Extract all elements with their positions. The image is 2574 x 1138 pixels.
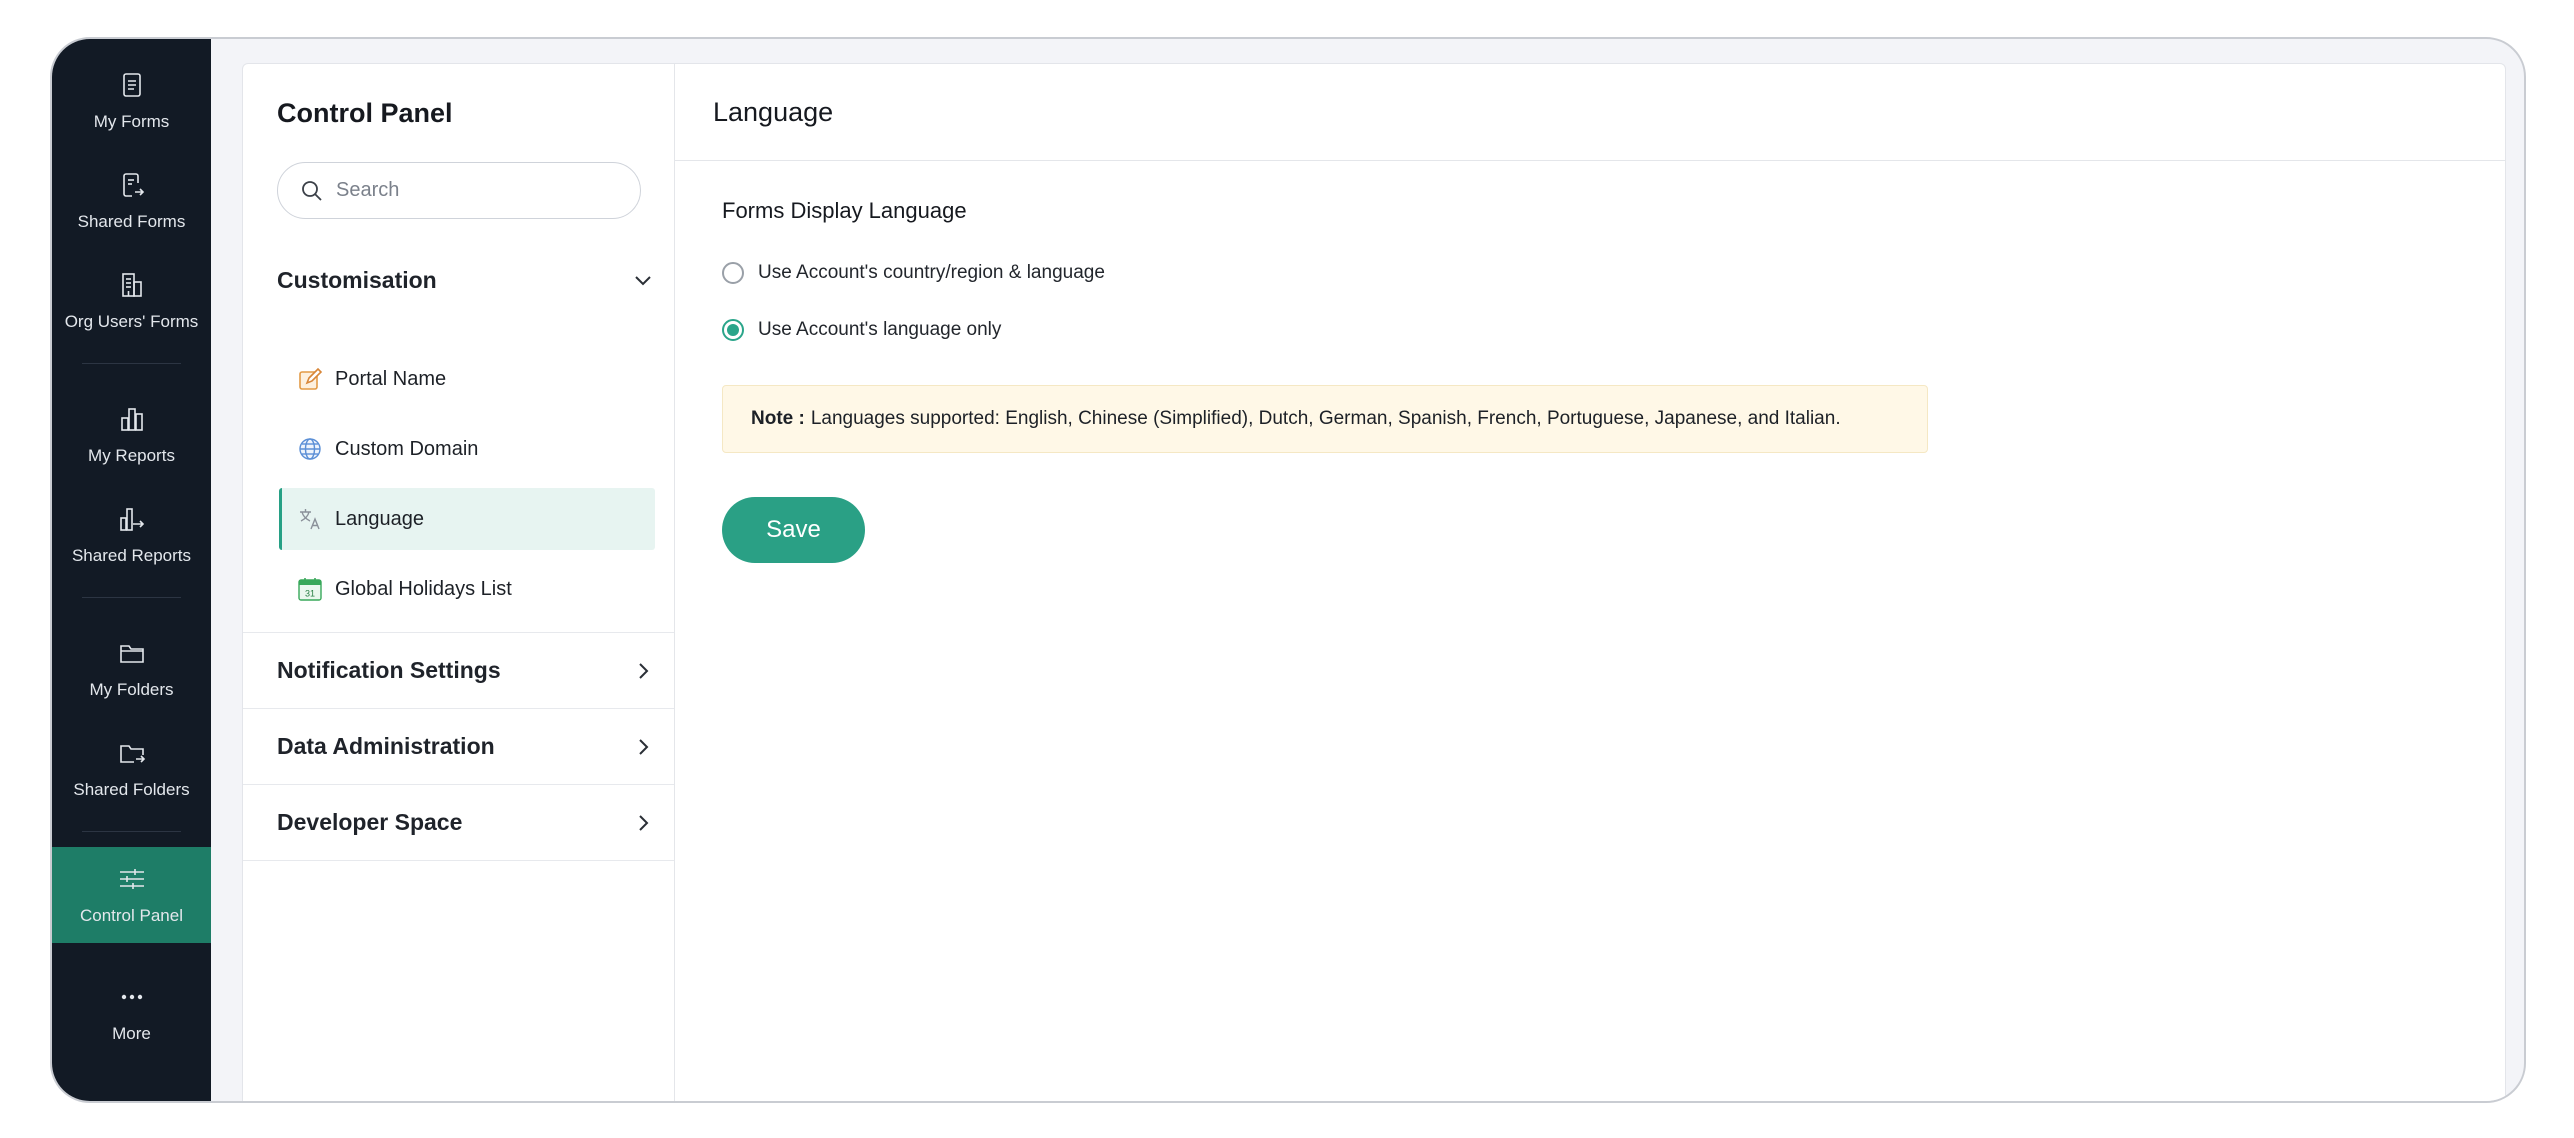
radio-button-selected[interactable]	[722, 319, 744, 341]
option-country-region-language[interactable]: Use Account's country/region & language	[722, 258, 1105, 288]
nav-label: Shared Folders	[73, 780, 190, 799]
save-button[interactable]: Save	[722, 497, 865, 563]
shared-chart-icon	[117, 504, 147, 534]
menu-item-label: Portal Name	[335, 367, 447, 390]
bar-chart-icon	[117, 404, 147, 434]
search-input[interactable]	[336, 179, 616, 202]
section-data-administration[interactable]: Data Administration	[243, 708, 674, 784]
svg-text:31: 31	[305, 589, 315, 599]
app-window: My Forms Shared Forms Org Users' Forms M…	[50, 37, 2526, 1103]
nav-shared-reports[interactable]: Shared Reports	[52, 487, 211, 583]
radio-button[interactable]	[722, 262, 744, 284]
menu-item-global-holidays-list[interactable]: 31 Global Holidays List	[279, 558, 655, 620]
nav-label: My Folders	[89, 680, 174, 699]
page-title: Language	[713, 97, 834, 127]
nav-label: Shared Reports	[71, 546, 192, 565]
chevron-down-icon	[632, 269, 654, 291]
nav-more[interactable]: More	[52, 965, 211, 1061]
chevron-right-icon	[632, 812, 654, 834]
menu-item-label: Custom Domain	[335, 437, 479, 460]
nav-divider	[82, 831, 181, 832]
section-label: Developer Space	[277, 809, 463, 835]
section-label: Customisation	[277, 266, 437, 293]
section-customisation[interactable]: Customisation	[243, 242, 674, 318]
nav-shared-folders[interactable]: Shared Folders	[52, 721, 211, 817]
nav-label: Org Users' Forms	[64, 312, 199, 331]
content-card: Control Panel Customisation Portal Name	[242, 63, 2506, 1101]
note-label: Note :	[751, 408, 805, 429]
nav-divider	[82, 363, 181, 364]
chevron-right-icon	[632, 660, 654, 682]
nav-divider	[82, 597, 181, 598]
globe-icon	[297, 436, 323, 462]
section-label: Notification Settings	[277, 657, 501, 683]
option-language-only[interactable]: Use Account's language only	[722, 315, 1001, 345]
radio-label: Use Account's country/region & language	[758, 262, 1105, 283]
control-panel-menu: Control Panel Customisation Portal Name	[243, 64, 675, 1101]
menu-item-label: Global Holidays List	[335, 577, 512, 600]
forms-display-language-heading: Forms Display Language	[722, 198, 967, 223]
nav-my-reports[interactable]: My Reports	[52, 387, 211, 483]
nav-org-users-forms[interactable]: Org Users' Forms	[52, 253, 211, 349]
nav-my-folders[interactable]: My Folders	[52, 621, 211, 717]
form-icon	[117, 70, 147, 100]
section-label: Data Administration	[277, 733, 495, 759]
control-panel-title: Control Panel	[277, 98, 453, 128]
nav-control-panel[interactable]: Control Panel	[52, 847, 211, 943]
search-icon	[302, 180, 322, 201]
pane-header: Language	[675, 64, 2505, 161]
more-dots-icon	[117, 982, 147, 1012]
menu-divider	[243, 860, 674, 861]
menu-item-label: Language	[335, 507, 424, 530]
left-nav-rail: My Forms Shared Forms Org Users' Forms M…	[52, 39, 211, 1101]
section-developer-space[interactable]: Developer Space	[243, 784, 674, 860]
chevron-right-icon	[632, 736, 654, 758]
nav-label: My Reports	[88, 446, 175, 465]
nav-label: Shared Forms	[77, 212, 186, 231]
note-text: Languages supported: English, Chinese (S…	[810, 408, 1841, 429]
nav-label: Control Panel	[79, 906, 183, 925]
menu-item-custom-domain[interactable]: Custom Domain	[279, 418, 655, 480]
nav-label: My Forms	[93, 112, 170, 131]
nav-shared-forms[interactable]: Shared Forms	[52, 153, 211, 249]
menu-item-language[interactable]: Language	[279, 488, 655, 550]
calendar-31-icon: 31	[297, 576, 323, 602]
language-settings-pane: Language Forms Display Language Use Acco…	[675, 64, 2505, 1101]
menu-item-portal-name[interactable]: Portal Name	[279, 348, 655, 410]
folder-icon	[117, 638, 147, 668]
shared-form-icon	[117, 170, 147, 200]
nav-my-forms[interactable]: My Forms	[52, 53, 211, 149]
languages-note: Note : Languages supported: English, Chi…	[722, 385, 1928, 453]
edit-pencil-icon	[297, 366, 323, 392]
translate-icon	[297, 506, 323, 532]
shared-folder-icon	[117, 738, 147, 768]
radio-label: Use Account's language only	[758, 319, 1002, 340]
search-box[interactable]	[277, 162, 641, 219]
nav-label: More	[112, 1024, 151, 1043]
sliders-icon	[117, 864, 147, 894]
section-notification-settings[interactable]: Notification Settings	[243, 632, 674, 708]
org-building-icon	[117, 270, 147, 300]
